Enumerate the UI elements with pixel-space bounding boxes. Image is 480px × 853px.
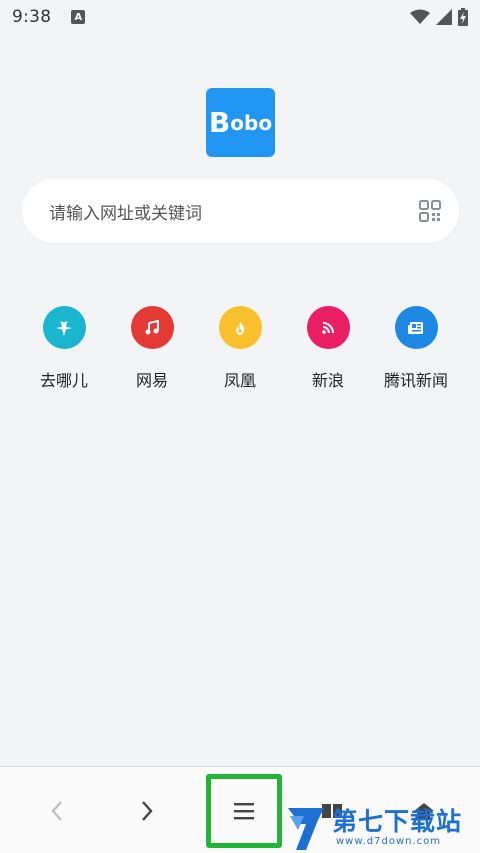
shortcut-label: 腾讯新闻 <box>383 371 448 390</box>
fire-icon[interactable] <box>218 306 262 349</box>
watermark: 第七下载站 www.d7down.com <box>284 800 480 853</box>
shortcut-ifeng[interactable]: 凤凰 <box>196 306 284 391</box>
status-bar: 9:38 A <box>0 0 480 34</box>
rss-icon[interactable] <box>306 306 350 349</box>
logo-letter: B <box>208 106 231 139</box>
wifi-icon <box>410 9 430 24</box>
shortcut-label: 凤凰 <box>223 371 256 390</box>
notification-icon: A <box>71 10 86 24</box>
shortcut-grid: 去哪儿 网易 凤凰 新浪 腾讯新闻 <box>20 306 460 391</box>
watermark-url: www.d7down.com <box>336 836 442 847</box>
shortcut-sina[interactable]: 新浪 <box>284 306 372 391</box>
music-note-icon[interactable] <box>130 306 174 349</box>
qr-scan-icon[interactable] <box>419 200 441 222</box>
shortcut-label: 去哪儿 <box>39 371 88 390</box>
shortcut-qunar[interactable]: 去哪儿 <box>20 306 108 391</box>
hamburger-menu-icon <box>234 803 254 820</box>
signal-icon <box>436 9 452 25</box>
battery-icon <box>458 8 468 26</box>
chevron-right-icon <box>142 800 153 821</box>
menu-button[interactable] <box>206 774 282 848</box>
watermark-logo-icon <box>288 808 324 850</box>
back-button[interactable] <box>30 767 84 853</box>
search-bar[interactable]: 请输入网址或关键词 <box>22 179 459 243</box>
status-time: 9:38 <box>12 7 52 27</box>
airplane-icon[interactable] <box>42 306 86 349</box>
shortcut-label: 新浪 <box>311 371 344 390</box>
logo-text: obo <box>230 110 273 135</box>
app-logo: Bobo <box>206 88 275 157</box>
shortcut-netease[interactable]: 网易 <box>108 306 196 391</box>
shortcut-tencent-news[interactable]: 腾讯新闻 <box>372 306 460 391</box>
shortcut-label: 网易 <box>135 371 168 390</box>
chevron-left-icon <box>51 800 62 821</box>
forward-button[interactable] <box>120 767 174 853</box>
newspaper-icon[interactable] <box>394 306 438 349</box>
watermark-title: 第七下载站 <box>332 807 463 836</box>
status-indicators <box>410 8 468 26</box>
search-input[interactable]: 请输入网址或关键词 <box>49 199 419 224</box>
